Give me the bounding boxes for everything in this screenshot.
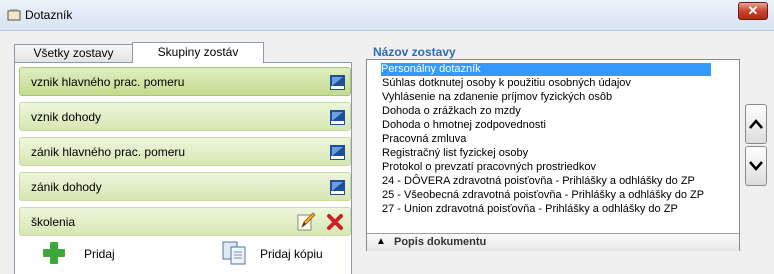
report-list-title: Názov zostavy (373, 45, 456, 59)
group-item[interactable]: zánik hlavného prac. pomeru (19, 137, 351, 166)
group-label: zánik dohody (31, 180, 102, 194)
window-title: Dotazník (25, 8, 73, 22)
arrow-up-icon (749, 119, 763, 129)
add-copy-button[interactable]: Pridaj kópiu (219, 239, 351, 267)
tab-report-groups[interactable]: Skupiny zostáv (132, 42, 264, 63)
add-copy-button-label: Pridaj kópiu (260, 247, 323, 261)
delete-icon[interactable] (326, 213, 344, 231)
close-button[interactable]: ✕ (738, 2, 768, 20)
group-label: školenia (31, 215, 76, 229)
list-item[interactable]: Personálny dotazník (381, 63, 711, 76)
list-item[interactable]: 25 - Všeobecná zdravotná poisťovňa - Pri… (382, 189, 704, 202)
group-label: vznik dohody (31, 110, 102, 124)
list-item[interactable]: Dohoda o zrážkach zo mzdy (382, 105, 521, 118)
arrow-down-icon (749, 161, 763, 171)
tab-all-reports[interactable]: Všetky zostavy (14, 44, 133, 62)
group-item[interactable]: školenia (19, 207, 351, 236)
group-label: vznik hlavného prac. pomeru (31, 75, 185, 89)
move-up-button[interactable] (745, 104, 767, 144)
document-description-toggle[interactable]: ▲ Popis dokumentu (367, 233, 739, 251)
kros-logo-icon (330, 110, 345, 125)
group-item[interactable]: vznik dohody (19, 102, 351, 131)
report-list: Personálny dotazník Súhlas dotknutej oso… (366, 59, 740, 251)
list-item[interactable]: Súhlas dotknutej osoby k použitiu osobný… (382, 77, 631, 90)
kros-logo-icon (330, 75, 345, 90)
title-bar: Dotazník ✕ (0, 0, 774, 31)
chevron-up-icon: ▲ (376, 236, 386, 247)
list-item[interactable]: Vyhlásenie na zdanenie príjmov fyzických… (382, 91, 612, 104)
list-item[interactable]: Pracovná zmluva (382, 133, 466, 146)
edit-icon[interactable] (296, 212, 316, 232)
group-label: zánik hlavného prac. pomeru (31, 145, 186, 159)
group-item[interactable]: zánik dohody (19, 172, 351, 201)
app-icon (7, 9, 21, 21)
list-item[interactable]: 27 - Union zdravotná poisťovňa - Prihláš… (382, 203, 678, 216)
copy-documents-icon (222, 241, 246, 265)
kros-logo-icon (330, 180, 345, 195)
move-down-button[interactable] (745, 146, 767, 186)
plus-icon (43, 242, 65, 264)
list-item[interactable]: Registračný list fyzickej osoby (382, 147, 528, 160)
list-item[interactable]: Protokol o prevzatí pracovných prostried… (382, 161, 596, 174)
document-description-label: Popis dokumentu (394, 236, 487, 248)
groups-panel: vznik hlavného prac. pomeru vznik dohody… (14, 62, 352, 274)
kros-logo-icon (330, 145, 345, 160)
list-item[interactable]: Dohoda o hmotnej zodpovednosti (382, 119, 546, 132)
list-item[interactable]: 24 - DÔVERA zdravotná poisťovňa - Prihlá… (382, 175, 695, 188)
add-button[interactable]: Pridaj (39, 239, 139, 267)
group-item[interactable]: vznik hlavného prac. pomeru (19, 67, 351, 96)
add-button-label: Pridaj (84, 247, 115, 261)
